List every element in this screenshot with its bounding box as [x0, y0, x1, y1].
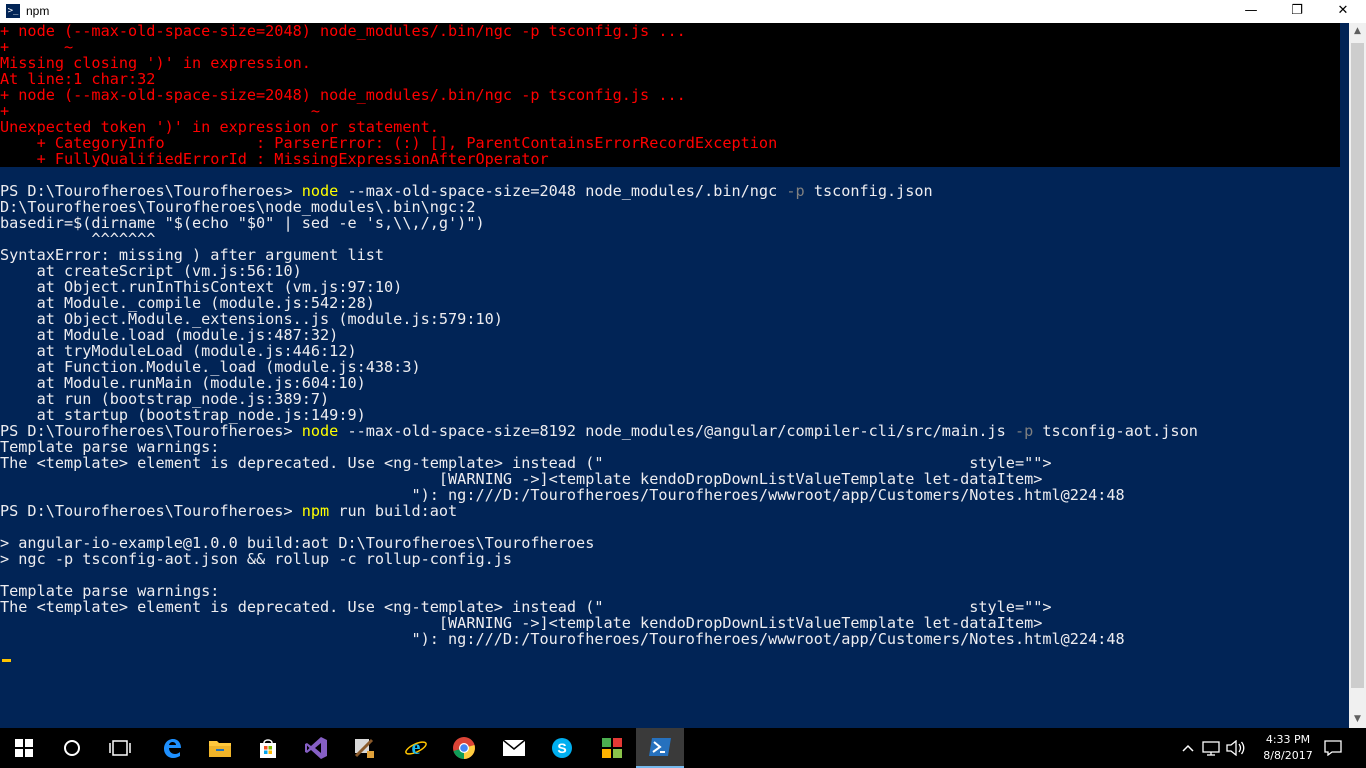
- scroll-thumb[interactable]: [1351, 43, 1364, 688]
- output-line: at Module._compile (module.js:542:28): [0, 294, 375, 312]
- command-args: tsconfig-aot.json: [1033, 422, 1198, 440]
- title-bar: >_ npm — ❐ ✕: [0, 0, 1366, 23]
- output-line: "): ng:///D:/Tourofheroes/Tourofheroes/w…: [0, 630, 1125, 648]
- ie-taskbar-item[interactable]: e: [392, 728, 440, 768]
- minimize-button[interactable]: —: [1228, 0, 1274, 23]
- windows-logo-icon: [15, 739, 33, 757]
- output-line: SyntaxError: missing ) after argument li…: [0, 246, 385, 264]
- svg-text:e: e: [412, 737, 421, 759]
- output-line: The <template> element is deprecated. Us…: [0, 598, 1052, 616]
- show-hidden-icons-button[interactable]: [1178, 728, 1198, 768]
- taskbar: e S 4:33 PM 8/8/2017: [0, 728, 1366, 768]
- clock-time: 4:33 PM: [1265, 733, 1311, 746]
- mail-taskbar-item[interactable]: [490, 728, 538, 768]
- chrome-taskbar-item[interactable]: [440, 728, 488, 768]
- powershell-taskbar-item[interactable]: [636, 728, 684, 768]
- output-line: at Object.runInThisContext (vm.js:97:10): [0, 278, 403, 296]
- task-view-icon: [109, 740, 131, 756]
- error-line: Missing closing ')' in expression.: [0, 54, 311, 72]
- output-line: > angular-io-example@1.0.0 build:aot D:\…: [0, 534, 595, 552]
- notification-icon: [1324, 740, 1342, 756]
- output-line: [WARNING ->]<template kendoDropDownListV…: [0, 470, 1043, 488]
- skype-icon: S: [552, 738, 572, 758]
- skype-taskbar-item[interactable]: S: [538, 728, 586, 768]
- command-args: --max-old-space-size=8192 node_modules/@…: [338, 422, 1015, 440]
- window-title: npm: [26, 4, 50, 18]
- error-line: + FullyQualifiedErrorId : MissingExpress…: [0, 150, 549, 168]
- command-name: npm: [301, 502, 330, 520]
- grid-app-icon: [602, 738, 622, 758]
- output-line: at createScript (vm.js:56:10): [0, 262, 302, 280]
- task-view-button[interactable]: [96, 728, 144, 768]
- vertical-scrollbar[interactable]: ▲ ▼: [1349, 23, 1366, 728]
- output-line: Template parse warnings:: [0, 438, 220, 456]
- chevron-up-icon: [1182, 744, 1194, 752]
- network-tray-button[interactable]: [1200, 728, 1222, 768]
- svg-text:S: S: [557, 740, 566, 756]
- output-line: at Object.Module._extensions..js (module…: [0, 310, 503, 328]
- command-name: node: [301, 422, 339, 440]
- output-line: > ngc -p tsconfig-aot.json && rollup -c …: [0, 550, 513, 568]
- mail-icon: [502, 739, 526, 756]
- terminal-output[interactable]: + node (--max-old-space-size=2048) node_…: [0, 23, 1349, 728]
- error-line: + ~: [0, 102, 321, 120]
- output-line: "): ng:///D:/Tourofheroes/Tourofheroes/w…: [0, 486, 1125, 504]
- command-args: run build:aot: [329, 502, 458, 520]
- command-line: PS D:\Tourofheroes\Tourofheroes> npm run…: [0, 503, 457, 519]
- text-cursor: [2, 659, 11, 662]
- output-line: The <template> element is deprecated. Us…: [0, 454, 1052, 472]
- output-line: at Function.Module._load (module.js:438:…: [0, 358, 421, 376]
- visual-studio-icon: [305, 737, 327, 759]
- command-line: PS D:\Tourofheroes\Tourofheroes> node --…: [0, 183, 933, 199]
- output-line: D:\Tourofheroes\Tourofheroes\node_module…: [0, 198, 476, 216]
- output-line: Template parse warnings:: [0, 582, 220, 600]
- command-param: -p: [1014, 422, 1034, 440]
- circle-search-icon: [64, 740, 80, 756]
- command-param: -p: [786, 182, 805, 200]
- command-line: PS D:\Tourofheroes\Tourofheroes> node --…: [0, 423, 1198, 439]
- scroll-up-icon[interactable]: ▲: [1349, 23, 1366, 40]
- scroll-down-icon[interactable]: ▼: [1349, 711, 1366, 728]
- start-button[interactable]: [0, 728, 48, 768]
- network-icon: [1202, 741, 1220, 756]
- visual-studio-taskbar-item[interactable]: [292, 728, 340, 768]
- tools-icon: [354, 738, 374, 758]
- maximize-button[interactable]: ❐: [1274, 0, 1320, 23]
- internet-explorer-icon: e: [405, 737, 427, 759]
- error-line: + node (--max-old-space-size=2048) node_…: [0, 86, 686, 104]
- edge-icon: [164, 739, 181, 758]
- app-taskbar-item[interactable]: [588, 728, 636, 768]
- clock-date: 8/8/2017: [1263, 749, 1313, 762]
- error-line: Unexpected token ')' in expression or st…: [0, 118, 439, 136]
- tools-taskbar-item[interactable]: [340, 728, 388, 768]
- error-line: + CategoryInfo : ParserError: (:) [], Pa…: [0, 134, 778, 152]
- store-taskbar-item[interactable]: [244, 728, 292, 768]
- prompt: PS D:\Tourofheroes\Tourofheroes>: [0, 502, 302, 520]
- speaker-icon: [1226, 740, 1245, 756]
- output-line: at tryModuleLoad (module.js:446:12): [0, 342, 357, 360]
- output-line: [WARNING ->]<template kendoDropDownListV…: [0, 614, 1043, 632]
- command-args: tsconfig.json: [804, 182, 933, 200]
- file-explorer-taskbar-item[interactable]: [196, 728, 244, 768]
- close-button[interactable]: ✕: [1320, 0, 1366, 23]
- powershell-icon: >_: [6, 4, 20, 18]
- store-bag-icon: [260, 739, 276, 758]
- error-line: + ~: [0, 38, 74, 56]
- error-line: At line:1 char:32: [0, 70, 156, 88]
- powershell-icon: [649, 738, 671, 756]
- output-line: at Module.runMain (module.js:604:10): [0, 374, 366, 392]
- volume-tray-button[interactable]: [1224, 728, 1248, 768]
- output-line: at startup (bootstrap_node.js:149:9): [0, 406, 366, 424]
- chrome-icon: [453, 737, 475, 759]
- folder-icon: [209, 741, 231, 757]
- cortana-button[interactable]: [48, 728, 96, 768]
- edge-taskbar-item[interactable]: [148, 728, 196, 768]
- error-line: + node (--max-old-space-size=2048) node_…: [0, 23, 686, 40]
- output-line: at run (bootstrap_node.js:389:7): [0, 390, 330, 408]
- action-center-button[interactable]: [1318, 728, 1348, 768]
- output-line: at Module.load (module.js:487:32): [0, 326, 339, 344]
- output-line: ^^^^^^^: [0, 230, 156, 248]
- output-line: basedir=$(dirname "$(echo "$0" | sed -e …: [0, 214, 485, 232]
- clock[interactable]: 4:33 PM 8/8/2017: [1256, 732, 1320, 764]
